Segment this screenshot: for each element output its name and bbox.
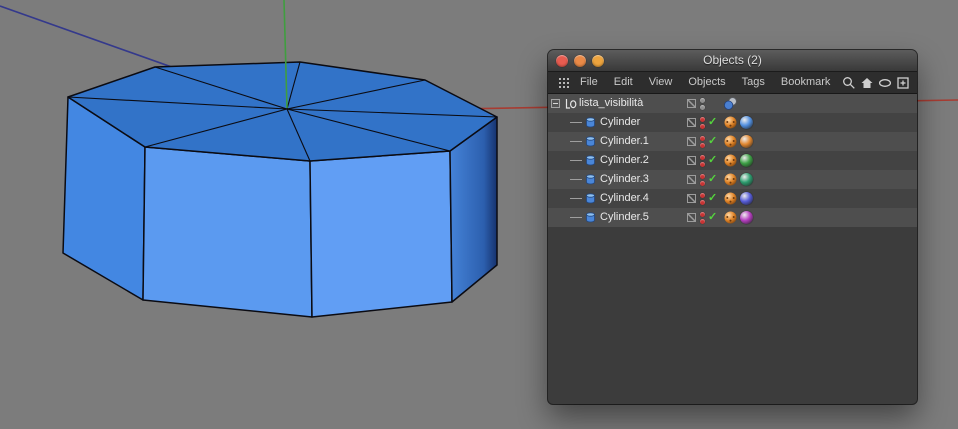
menu-view[interactable]: View <box>641 72 681 93</box>
object-name[interactable]: Cylinder.1 <box>600 132 649 151</box>
object-name[interactable]: Cylinder <box>600 113 640 132</box>
tree-row-root[interactable]: lista_visibilità <box>548 94 917 113</box>
enabled-check-icon[interactable]: ✓ <box>708 189 717 208</box>
search-icon[interactable] <box>840 75 857 91</box>
phong-tag-icon[interactable] <box>724 154 737 167</box>
tree-row[interactable]: Cylinder.3 ✓ <box>548 170 917 189</box>
menu-tags[interactable]: Tags <box>734 72 773 93</box>
visibility-dots[interactable] <box>700 212 705 226</box>
tree-branch <box>570 160 582 161</box>
object-name[interactable]: Cylinder.2 <box>600 151 649 170</box>
layer-swatch-icon[interactable] <box>687 137 696 146</box>
menu-edit[interactable]: Edit <box>606 72 641 93</box>
phong-tag-icon[interactable] <box>724 116 737 129</box>
tree-row[interactable]: Cylinder.1 ✓ <box>548 132 917 151</box>
panel-grid-icon[interactable] <box>555 75 572 91</box>
tree-row[interactable]: Cylinder.5 ✓ <box>548 208 917 227</box>
tree-branch <box>570 141 582 142</box>
material-tag-icon[interactable] <box>740 173 753 186</box>
enabled-check-icon[interactable]: ✓ <box>708 151 717 170</box>
list-object-icon <box>564 97 577 110</box>
enabled-check-icon[interactable]: ✓ <box>708 208 717 227</box>
object-name[interactable]: Cylinder.5 <box>600 208 649 227</box>
material-tag-icon[interactable] <box>740 192 753 205</box>
object-name[interactable]: Cylinder.3 <box>600 170 649 189</box>
detach-panel-icon[interactable] <box>894 75 911 91</box>
tree-row[interactable]: Cylinder ✓ <box>548 113 917 132</box>
octagon-cylinder-object[interactable] <box>62 61 498 318</box>
tree-row[interactable]: Cylinder.2 ✓ <box>548 151 917 170</box>
layer-swatch-icon[interactable] <box>687 194 696 203</box>
close-button[interactable] <box>556 55 568 67</box>
enabled-check-icon[interactable]: ✓ <box>708 132 717 151</box>
visibility-dots[interactable] <box>700 136 705 150</box>
cylinder-object-icon <box>584 173 597 186</box>
tree-branch <box>570 198 582 199</box>
tree-row[interactable]: Cylinder.4 ✓ <box>548 189 917 208</box>
eye-icon[interactable] <box>876 75 893 91</box>
enabled-check-icon[interactable]: ✓ <box>708 170 717 189</box>
material-tag-icon[interactable] <box>740 135 753 148</box>
tree-branch <box>570 122 582 123</box>
minimize-button[interactable] <box>574 55 586 67</box>
window-titlebar[interactable]: Objects (2) <box>548 50 917 72</box>
cylinder-object-icon <box>584 135 597 148</box>
cylinder-object-icon <box>584 154 597 167</box>
menu-bar: File Edit View Objects Tags Bookmark <box>548 72 917 94</box>
enabled-check-icon[interactable]: ✓ <box>708 113 717 132</box>
material-tag-icon[interactable] <box>740 116 753 129</box>
cylinder-object-icon <box>584 192 597 205</box>
tree-branch <box>570 217 582 218</box>
layer-swatch-icon[interactable] <box>687 99 696 108</box>
visibility-dots[interactable] <box>700 98 705 112</box>
object-name[interactable]: lista_visibilità <box>579 94 643 113</box>
layer-swatch-icon[interactable] <box>687 213 696 222</box>
object-name[interactable]: Cylinder.4 <box>600 189 649 208</box>
layer-swatch-icon[interactable] <box>687 156 696 165</box>
visibility-dots[interactable] <box>700 117 705 131</box>
visibility-dots[interactable] <box>700 193 705 207</box>
expression-tag-icon[interactable] <box>724 97 737 110</box>
material-tag-icon[interactable] <box>740 154 753 167</box>
cylinder-object-icon <box>584 211 597 224</box>
cylinder-object-icon <box>584 116 597 129</box>
phong-tag-icon[interactable] <box>724 211 737 224</box>
menu-file[interactable]: File <box>572 72 606 93</box>
phong-tag-icon[interactable] <box>724 173 737 186</box>
home-icon[interactable] <box>858 75 875 91</box>
layer-swatch-icon[interactable] <box>687 118 696 127</box>
material-tag-icon[interactable] <box>740 211 753 224</box>
object-manager-content[interactable]: lista_visibilità Cylinder ✓ Cylinder.1 ✓… <box>548 94 917 403</box>
tree-branch <box>570 179 582 180</box>
phong-tag-icon[interactable] <box>724 135 737 148</box>
visibility-dots[interactable] <box>700 155 705 169</box>
layer-swatch-icon[interactable] <box>687 175 696 184</box>
phong-tag-icon[interactable] <box>724 192 737 205</box>
collapse-toggle-icon[interactable] <box>551 99 560 108</box>
objects-window: Objects (2) File Edit View Objects Tags … <box>548 50 917 404</box>
menu-objects[interactable]: Objects <box>680 72 733 93</box>
visibility-dots[interactable] <box>700 174 705 188</box>
menu-bookmark[interactable]: Bookmark <box>773 72 839 93</box>
zoom-button[interactable] <box>592 55 604 67</box>
